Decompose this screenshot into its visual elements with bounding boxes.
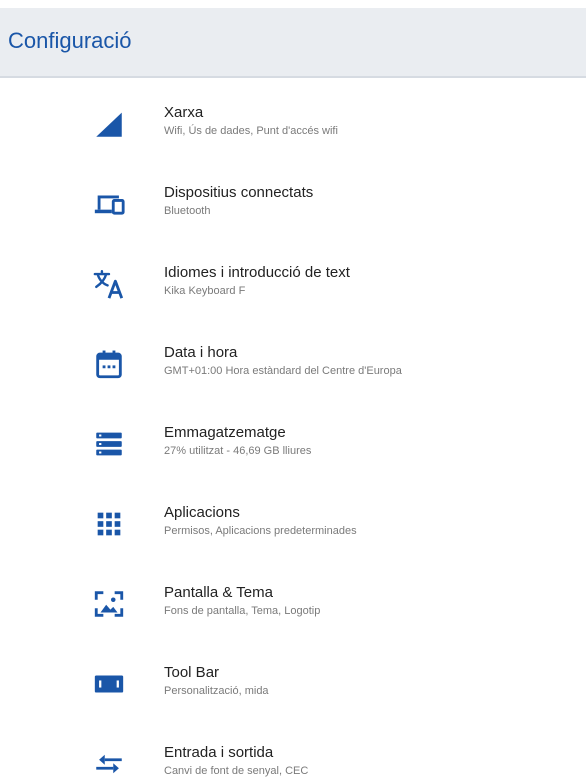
settings-item-toolbar[interactable]: Tool Bar Personalització, mida — [0, 640, 586, 720]
settings-item-display-theme[interactable]: Pantalla & Tema Fons de pantalla, Tema, … — [0, 560, 586, 640]
settings-list: Xarxa Wifi, Ús de dades, Punt d'accés wi… — [0, 80, 586, 777]
settings-item-title: Emmagatzematge — [164, 424, 286, 441]
connected-devices-icon — [89, 184, 129, 224]
settings-item-subtitle: Canvi de font de senyal, CEC — [164, 765, 309, 777]
settings-item-title: Pantalla & Tema — [164, 584, 273, 601]
settings-item-title: Idiomes i introducció de text — [164, 264, 350, 281]
settings-item-title: Xarxa — [164, 104, 204, 121]
settings-item-title: Dispositius connectats — [164, 184, 314, 201]
app-bar: Configuració — [0, 8, 586, 78]
settings-item-subtitle: Fons de pantalla, Tema, Logotip — [164, 605, 321, 617]
settings-item-title: Entrada i sortida — [164, 744, 274, 761]
calendar-icon — [89, 344, 129, 384]
settings-item-subtitle: Personalització, mida — [164, 685, 269, 697]
settings-item-date-time[interactable]: Data i hora GMT+01:00 Hora estàndard del… — [0, 320, 586, 400]
settings-item-title: Data i hora — [164, 344, 238, 361]
page-title: Configuració — [8, 28, 132, 53]
settings-screen: Configuració Xarxa Wifi, Ús de dades, Pu… — [0, 0, 586, 777]
settings-item-subtitle: Bluetooth — [164, 205, 211, 217]
storage-icon — [89, 424, 129, 464]
apps-grid-icon — [89, 504, 129, 544]
input-output-icon — [89, 744, 129, 777]
toolbar-icon — [89, 664, 129, 704]
settings-item-subtitle: Kika Keyboard F — [164, 285, 246, 297]
settings-item-connected-devices[interactable]: Dispositius connectats Bluetooth — [0, 160, 586, 240]
settings-item-subtitle: Permisos, Aplicacions predeterminades — [164, 525, 357, 537]
settings-item-storage[interactable]: Emmagatzematge 27% utilitzat - 46,69 GB … — [0, 400, 586, 480]
settings-item-input-output[interactable]: Entrada i sortida Canvi de font de senya… — [0, 720, 586, 777]
translate-icon — [89, 264, 129, 304]
settings-item-subtitle: Wifi, Ús de dades, Punt d'accés wifi — [164, 125, 338, 137]
settings-item-title: Tool Bar — [164, 664, 220, 681]
settings-item-subtitle: 27% utilitzat - 46,69 GB lliures — [164, 445, 312, 457]
network-signal-icon — [89, 104, 129, 144]
settings-item-title: Aplicacions — [164, 504, 240, 521]
settings-item-network[interactable]: Xarxa Wifi, Ús de dades, Punt d'accés wi… — [0, 80, 586, 160]
settings-item-apps[interactable]: Aplicacions Permisos, Aplicacions predet… — [0, 480, 586, 560]
settings-item-languages[interactable]: Idiomes i introducció de text Kika Keybo… — [0, 240, 586, 320]
settings-item-subtitle: GMT+01:00 Hora estàndard del Centre d'Eu… — [164, 365, 402, 377]
wallpaper-icon — [89, 584, 129, 624]
